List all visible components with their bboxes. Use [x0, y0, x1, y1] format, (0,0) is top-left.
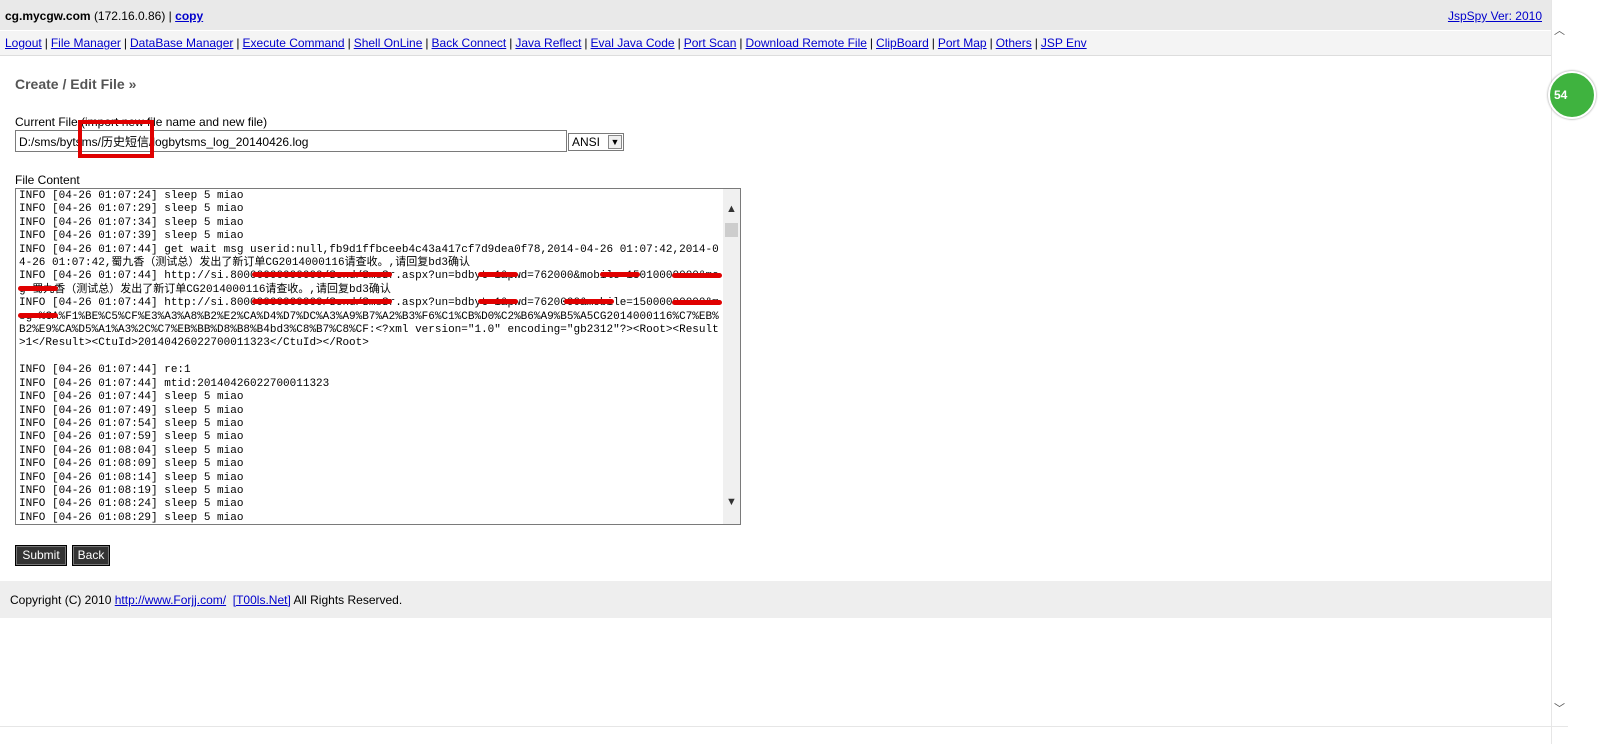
nav-separator: |	[425, 36, 429, 50]
nav-link-others[interactable]: Others	[996, 36, 1032, 50]
header-bar: cg.mycgw.com (172.16.0.86) | copy JspSpy…	[0, 0, 1568, 31]
footer: Copyright (C) 2010 http://www.Forjj.com/…	[0, 581, 1551, 618]
host-name: cg.mycgw.com	[5, 9, 91, 23]
header-separator: |	[168, 9, 172, 23]
nav-link-download-remote-file[interactable]: Download Remote File	[746, 36, 867, 50]
host-ip: (172.16.0.86)	[93, 9, 166, 23]
redaction-mark	[478, 299, 518, 304]
encoding-value: ANSI	[572, 135, 601, 149]
nav-separator: |	[1034, 36, 1038, 50]
chevron-up-icon[interactable]: ︿	[1554, 22, 1565, 38]
nav-link-clipboard[interactable]: ClipBoard	[876, 36, 929, 50]
nav-separator: |	[236, 36, 240, 50]
nav-link-port-scan[interactable]: Port Scan	[684, 36, 737, 50]
divider	[0, 726, 1568, 727]
version-link[interactable]: JspSpy Ver: 2010	[1448, 9, 1542, 23]
redaction-mark	[672, 273, 722, 278]
file-content-textarea[interactable]: INFO [04-26 01:07:24] sleep 5 miao INFO …	[15, 188, 741, 525]
submit-button[interactable]: Submit	[15, 545, 67, 566]
forjj-link[interactable]: http://www.Forjj.com/	[115, 593, 226, 607]
scroll-thumb[interactable]	[725, 223, 738, 237]
redaction-mark	[672, 300, 722, 305]
nav-bar: Logout | File Manager | DataBase Manager | Exe…	[0, 31, 1568, 56]
chevron-down-icon[interactable]: ▼	[723, 494, 740, 511]
nav-separator: |	[677, 36, 681, 50]
redaction-mark	[252, 272, 392, 277]
file-content-label: File Content	[15, 173, 80, 187]
nav-link-back-connect[interactable]: Back Connect	[432, 36, 507, 50]
nav-separator: |	[931, 36, 935, 50]
page: cg.mycgw.com (172.16.0.86) | copy JspSpy…	[0, 0, 1600, 744]
rights-text: All Rights Reserved.	[293, 593, 403, 607]
nav-link-java-reflect[interactable]: Java Reflect	[515, 36, 581, 50]
nav-separator: |	[509, 36, 513, 50]
redaction-mark	[18, 313, 58, 318]
nav-link-file-manager[interactable]: File Manager	[51, 36, 121, 50]
redaction-mark	[564, 299, 614, 304]
chevron-up-icon[interactable]: ▲	[723, 201, 740, 218]
host-info: cg.mycgw.com (172.16.0.86) | copy	[5, 9, 203, 23]
nav-separator: |	[347, 36, 351, 50]
nav-separator: |	[44, 36, 48, 50]
file-content-text: INFO [04-26 01:07:24] sleep 5 miao INFO …	[19, 190, 719, 524]
red-highlight-box	[78, 120, 154, 158]
nav-link-eval-java-code[interactable]: Eval Java Code	[591, 36, 675, 50]
redaction-mark	[478, 272, 518, 277]
content-scrollbar[interactable]: ▲ ▼	[723, 189, 740, 524]
nav-link-port-map[interactable]: Port Map	[938, 36, 987, 50]
chevron-down-icon[interactable]: ﹀	[1554, 700, 1565, 716]
nav-link-jsp-env[interactable]: JSP Env	[1041, 36, 1087, 50]
back-button[interactable]: Back	[72, 545, 110, 566]
chevron-down-icon[interactable]: ▼	[608, 135, 622, 149]
copyright-text: Copyright (C) 2010	[10, 593, 112, 607]
nav-link-database-manager[interactable]: DataBase Manager	[130, 36, 233, 50]
nav-link-execute-command[interactable]: Execute Command	[243, 36, 345, 50]
footer-text: Copyright (C) 2010 http://www.Forjj.com/…	[10, 593, 402, 607]
copy-link[interactable]: copy	[175, 9, 203, 23]
encoding-select[interactable]: ANSI ▼	[568, 133, 624, 151]
redaction-mark	[18, 286, 58, 291]
t00ls-link[interactable]: [T00ls.Net]	[233, 593, 291, 607]
nav-separator: |	[739, 36, 743, 50]
nav-link-shell-online[interactable]: Shell OnLine	[354, 36, 423, 50]
nav-links: Logout | File Manager | DataBase Manager | Exe…	[5, 36, 1087, 50]
nav-link-logout[interactable]: Logout	[5, 36, 42, 50]
nav-separator: |	[584, 36, 588, 50]
nav-separator: |	[123, 36, 127, 50]
current-file-value: D:/sms/bytsms/历史短信/logbytsms_log_2014042…	[19, 135, 309, 149]
floating-badge[interactable]: 54	[1548, 71, 1596, 119]
redaction-mark	[252, 299, 392, 304]
redaction-mark	[600, 272, 640, 277]
page-title: Create / Edit File »	[15, 76, 137, 92]
nav-separator: |	[989, 36, 993, 50]
nav-separator: |	[869, 36, 874, 50]
